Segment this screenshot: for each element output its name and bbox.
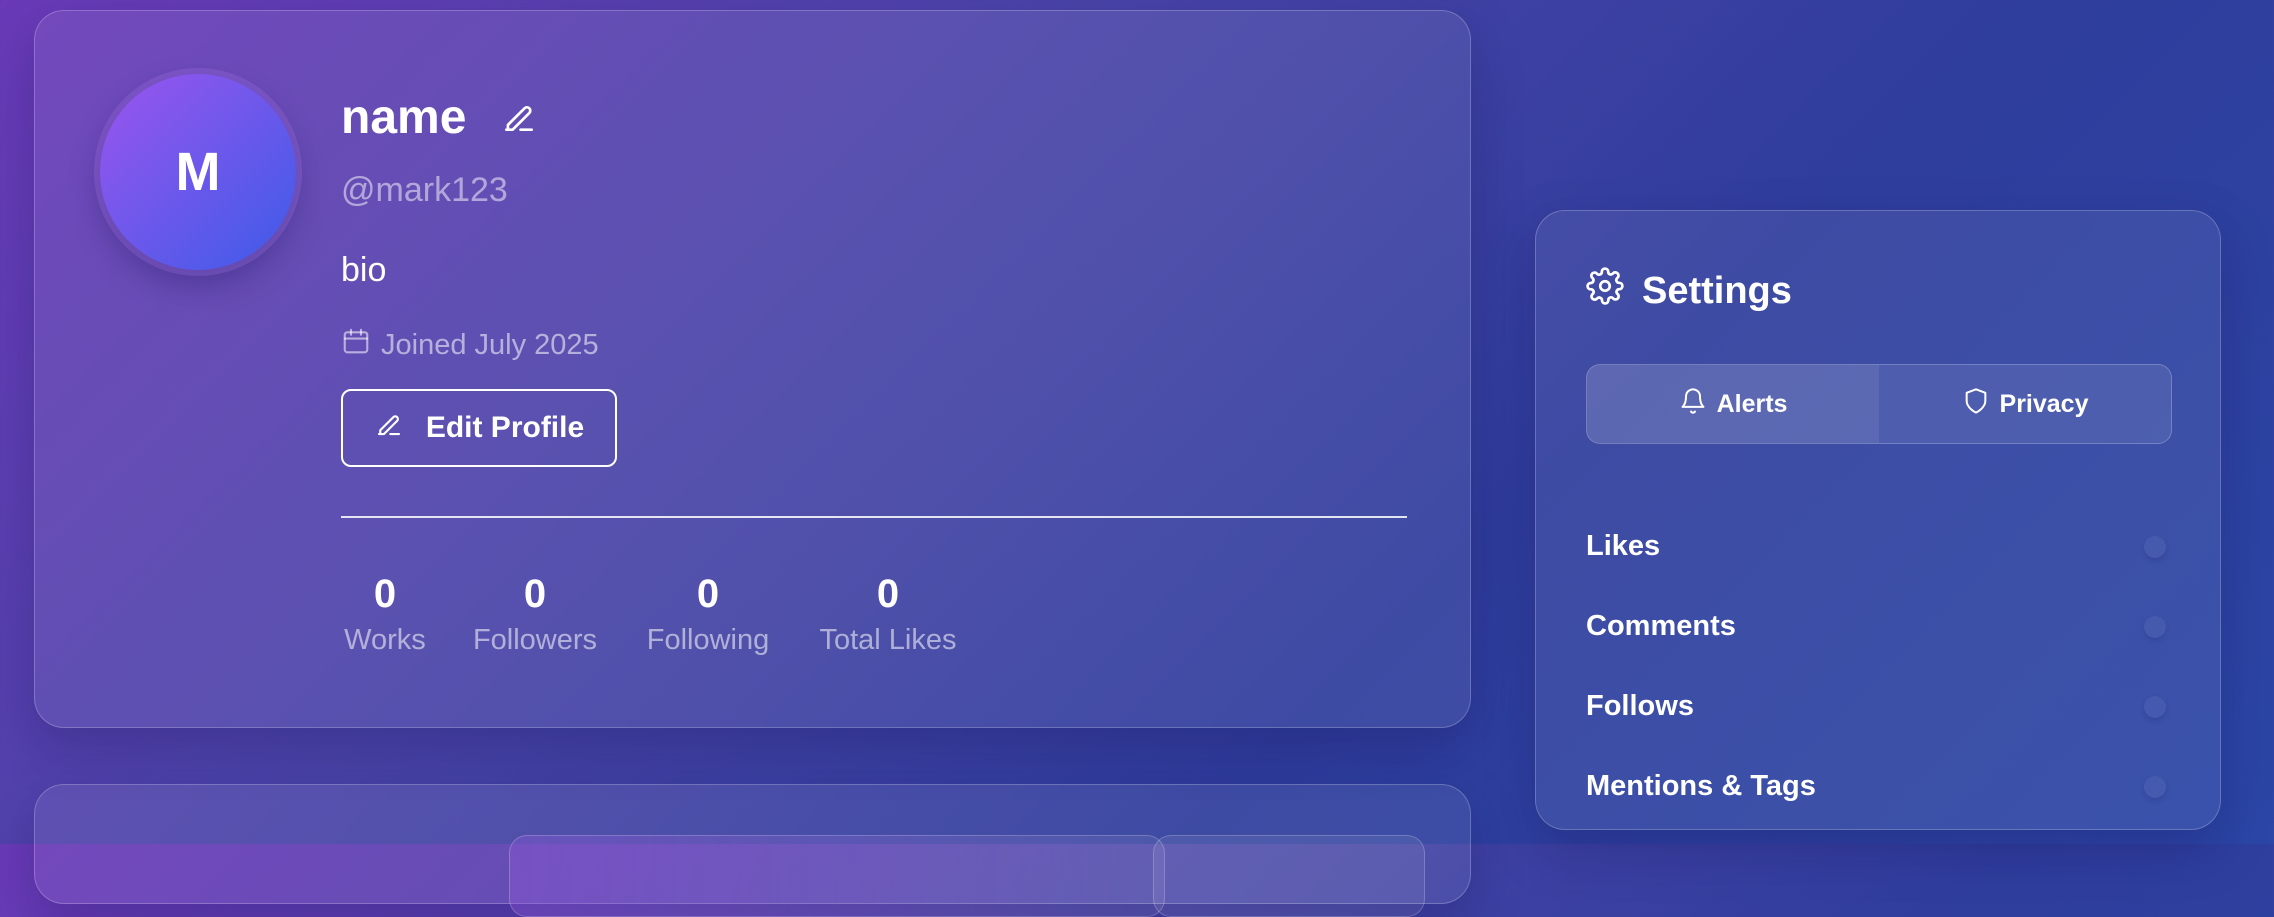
pencil-icon <box>374 409 404 447</box>
stat-label: Works <box>344 624 426 656</box>
content-card <box>34 784 1471 917</box>
avatar: M <box>100 74 296 270</box>
settings-title: Settings <box>1642 269 1792 312</box>
setting-mentions-tags: Mentions & Tags <box>1586 756 2172 816</box>
setting-follows: Follows <box>1586 676 2172 736</box>
stat-works[interactable]: 0 Works <box>341 569 429 659</box>
edit-profile-button[interactable]: Edit Profile <box>341 389 617 467</box>
bell-icon <box>1679 387 1707 422</box>
edit-name-icon[interactable] <box>500 98 538 136</box>
stat-label: Following <box>646 624 770 656</box>
settings-header: Settings <box>1586 267 1792 315</box>
stat-value: 0 <box>696 572 720 616</box>
tab-label: Privacy <box>1999 389 2089 418</box>
content-tab[interactable] <box>509 835 1165 917</box>
calendar-icon <box>341 326 371 364</box>
setting-label: Likes <box>1586 529 1661 562</box>
stat-following[interactable]: 0 Following <box>643 569 773 659</box>
likes-toggle[interactable] <box>2116 531 2172 561</box>
stat-value: 0 <box>373 572 397 616</box>
joined-text: Joined July 2025 <box>381 328 599 361</box>
content-tab[interactable] <box>1153 835 1425 917</box>
edit-profile-label: Edit Profile <box>425 411 585 444</box>
stat-value: 0 <box>523 572 547 616</box>
setting-label: Comments <box>1586 609 1736 642</box>
profile-bio: bio <box>341 251 387 289</box>
setting-label: Mentions & Tags <box>1586 769 1816 802</box>
avatar-initial: M <box>175 142 221 202</box>
shield-icon <box>1962 387 1990 422</box>
stat-value: 0 <box>876 572 900 616</box>
joined-date: Joined July 2025 <box>341 326 599 364</box>
comments-toggle[interactable] <box>2116 611 2172 641</box>
follows-toggle[interactable] <box>2116 691 2172 721</box>
setting-label: Follows <box>1586 689 1694 722</box>
stat-followers[interactable]: 0 Followers <box>471 569 599 659</box>
stat-label: Total Likes <box>819 624 957 656</box>
settings-card: Settings Alerts Privacy Likes Comments F… <box>1535 210 2221 830</box>
tab-privacy[interactable]: Privacy <box>1879 365 2171 443</box>
divider <box>341 516 1407 518</box>
profile-card: M name @mark123 bio Joined July 2025 Edi… <box>34 10 1471 728</box>
settings-tabs: Alerts Privacy <box>1586 364 2172 444</box>
setting-likes: Likes <box>1586 516 2172 576</box>
profile-name: name <box>341 91 467 144</box>
profile-handle: @mark123 <box>341 171 508 209</box>
stat-total-likes[interactable]: 0 Total Likes <box>817 569 959 659</box>
tab-label: Alerts <box>1716 389 1788 418</box>
gear-icon <box>1586 267 1624 315</box>
tab-alerts[interactable]: Alerts <box>1587 365 1879 443</box>
stat-label: Followers <box>472 624 598 656</box>
setting-comments: Comments <box>1586 596 2172 656</box>
mentions-tags-toggle[interactable] <box>2116 771 2172 801</box>
